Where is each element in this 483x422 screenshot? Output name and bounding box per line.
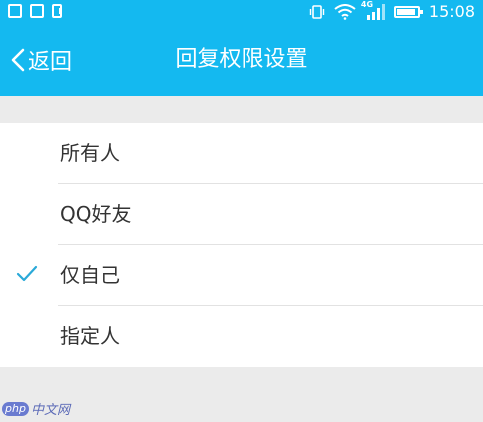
- status-right-icons: 4G 15:08: [309, 0, 475, 21]
- back-button[interactable]: 返回: [10, 24, 72, 96]
- alert-icon: [52, 4, 62, 18]
- gallery-icon: [30, 4, 44, 18]
- option-label: 指定人: [60, 324, 120, 348]
- option-label: 所有人: [60, 141, 120, 165]
- cell-signal: 4G: [361, 0, 385, 21]
- watermark: php 中文网: [2, 399, 70, 418]
- battery-level-fill: [396, 9, 415, 15]
- check-icon: [16, 265, 38, 282]
- title-bar: 回复权限设置 返回: [0, 24, 483, 96]
- status-bar: 4G 15:08: [0, 0, 483, 24]
- option-label: QQ好友: [60, 202, 132, 226]
- section-spacer: [0, 96, 483, 123]
- option-specified-people[interactable]: 指定人: [0, 306, 483, 367]
- image-icon: [8, 4, 22, 18]
- status-time: 15:08: [428, 2, 475, 21]
- reply-permission-options: 所有人 QQ好友 仅自己 指定人: [0, 123, 483, 367]
- option-label: 仅自己: [60, 263, 120, 287]
- watermark-php: php: [2, 401, 29, 416]
- page-title: 回复权限设置: [175, 47, 308, 72]
- vibrate-icon: [309, 5, 325, 19]
- signal-icon: [366, 4, 385, 20]
- status-left-icons: [8, 4, 62, 18]
- option-everyone[interactable]: 所有人: [0, 123, 483, 184]
- back-label: 返回: [28, 50, 73, 75]
- watermark-text: 中文网: [30, 403, 70, 418]
- option-qq-friends[interactable]: QQ好友: [0, 184, 483, 245]
- battery-icon: [393, 6, 423, 18]
- chevron-left-icon: [11, 48, 25, 72]
- option-only-me[interactable]: 仅自己: [0, 245, 483, 306]
- wifi-icon: [334, 4, 356, 20]
